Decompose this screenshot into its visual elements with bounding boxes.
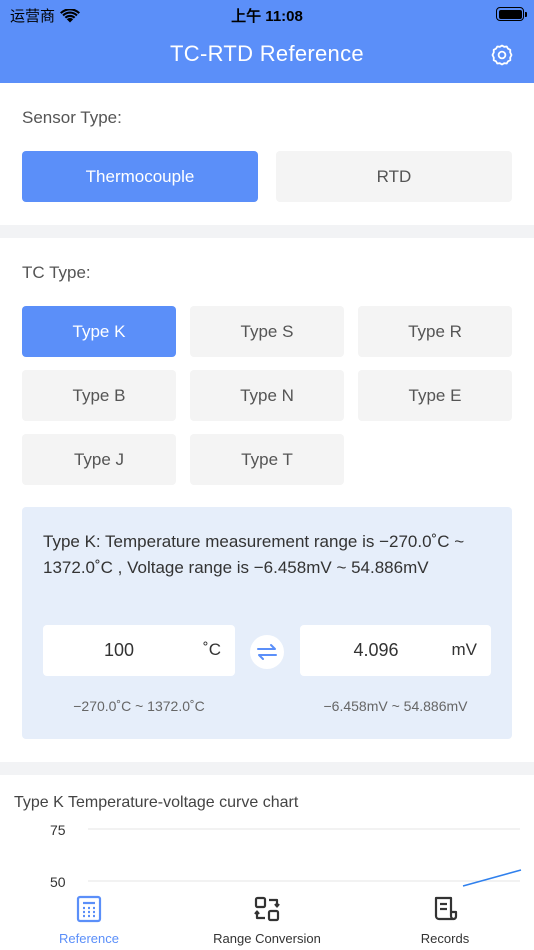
conversion-panel: Type K: Temperature measurement range is… (22, 507, 512, 739)
tab-range-conversion-label: Range Conversion (213, 931, 321, 946)
type-b-button[interactable]: Type B (22, 370, 176, 421)
type-n-button[interactable]: Type N (190, 370, 344, 421)
temperature-range: −270.0˚C ~ 1372.0˚C (73, 698, 205, 714)
page-title: TC-RTD Reference (170, 41, 364, 66)
thermocouple-button[interactable]: Thermocouple (22, 151, 258, 202)
voltage-input[interactable]: 4.096 mV (300, 625, 491, 676)
type-s-button[interactable]: Type S (190, 306, 344, 357)
sensor-type-card: Sensor Type: Thermocouple RTD (0, 83, 534, 225)
voltage-range: −6.458mV ~ 54.886mV (323, 698, 468, 714)
curve-chart (88, 828, 522, 887)
type-e-button[interactable]: Type E (358, 370, 512, 421)
tab-records-label: Records (420, 931, 470, 946)
records-icon (434, 896, 458, 921)
nav-bar: TC-RTD Reference (0, 28, 534, 83)
tc-type-label: TC Type: (22, 263, 91, 282)
tab-reference-label: Reference (59, 931, 119, 946)
temperature-input[interactable]: 100 ˚C (43, 625, 235, 676)
swap-arrows-icon (257, 644, 277, 660)
tab-bar: Reference Range Conversion Records (0, 890, 534, 950)
voltage-value: 4.096 (353, 640, 399, 660)
status-time: 上午 11:08 (231, 8, 303, 25)
voltage-unit: mV (451, 640, 478, 659)
status-bar: 运营商 上午 11:08 (0, 0, 534, 28)
curve-chart-card: Type K Temperature-voltage curve chart 7… (0, 775, 534, 890)
type-j-button[interactable]: Type J (22, 434, 176, 485)
temperature-unit: ˚C (203, 640, 221, 659)
tab-range-conversion[interactable]: Range Conversion (178, 895, 356, 946)
calculator-icon (76, 895, 102, 923)
rtd-button[interactable]: RTD (276, 151, 512, 202)
swap-button[interactable] (250, 635, 284, 669)
temperature-value: 100 (103, 640, 135, 660)
voltage-curve-line (462, 869, 522, 887)
gear-icon[interactable] (490, 43, 514, 67)
type-k-button[interactable]: Type K (22, 306, 176, 357)
tab-records[interactable]: Records (356, 895, 534, 946)
range-description: Type K: Temperature measurement range is… (43, 532, 465, 577)
type-r-button[interactable]: Type R (358, 306, 512, 357)
sensor-type-label: Sensor Type: (22, 108, 122, 127)
type-t-button[interactable]: Type T (190, 434, 344, 485)
convert-icon (254, 896, 280, 922)
tab-reference[interactable]: Reference (0, 895, 178, 946)
battery-icon (496, 7, 527, 21)
